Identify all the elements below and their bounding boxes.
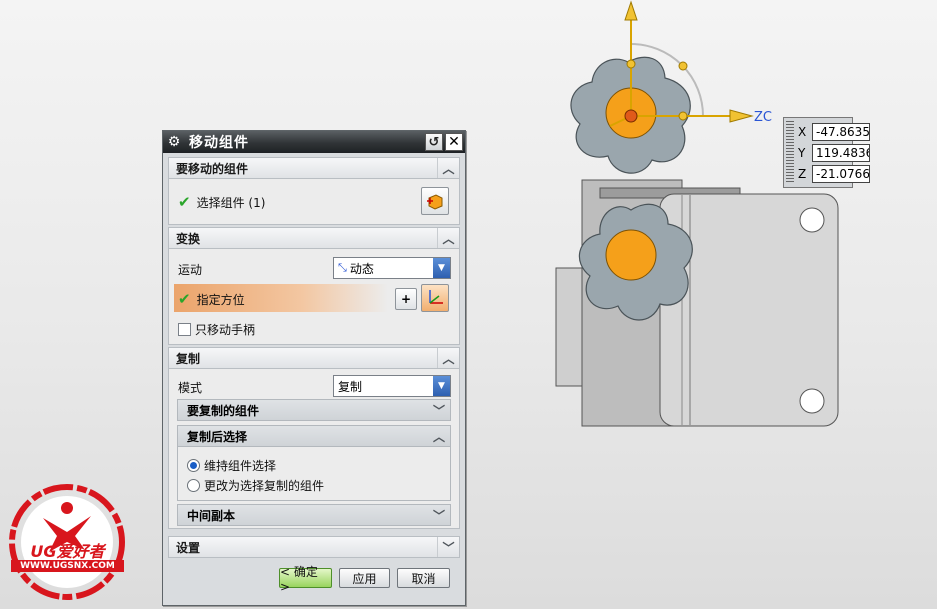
- point-dialog-button[interactable]: +: [395, 288, 417, 310]
- chevron-up-icon[interactable]: ︿: [428, 426, 450, 446]
- coord-y-field[interactable]: 119.4836: [812, 144, 870, 162]
- radio-keep-label: 维持组件选择: [204, 459, 277, 473]
- coord-x-field[interactable]: -47.8635: [812, 123, 870, 141]
- section-settings-title: 设置: [176, 540, 201, 555]
- subsection-after-copy[interactable]: 复制后选择 ︿: [177, 425, 451, 447]
- select-component-row[interactable]: ✔ 选择组件 (1): [178, 193, 265, 211]
- gear-icon[interactable]: ⚙: [163, 131, 185, 153]
- cancel-button[interactable]: 取消: [397, 568, 450, 588]
- radio-keep-row[interactable]: 维持组件选择: [187, 457, 276, 474]
- reset-icon[interactable]: ↺: [425, 133, 443, 151]
- radio-keep-selection[interactable]: [187, 459, 200, 472]
- chevron-down-icon[interactable]: ▼: [433, 258, 450, 278]
- specify-orientation-label-row[interactable]: ✔ 指定方位: [178, 290, 245, 308]
- logo-text: UG爱好者: [30, 542, 105, 561]
- section-transform-body: 运动 ⤡ 动态 ▼ ✔ 指定方位 + 只移动手柄: [168, 249, 460, 345]
- chevron-down-icon[interactable]: ﹀: [428, 400, 450, 420]
- coordinate-readout: X -47.8635 Y 119.4836 Z -21.0766: [783, 117, 870, 188]
- checkmark-icon: ✔: [178, 290, 191, 308]
- move-handles-only-row[interactable]: 只移动手柄: [178, 321, 255, 338]
- logo-url: WWW.UGSNX.COM: [11, 560, 124, 572]
- radio-change-selection[interactable]: [187, 479, 200, 492]
- section-copy-title: 复制: [176, 351, 201, 366]
- coord-y-row: Y 119.4836: [798, 144, 870, 162]
- axis-label-zc: ZC: [754, 110, 772, 125]
- section-transform-header[interactable]: 变换 ︿: [168, 227, 460, 249]
- coord-z-field[interactable]: -21.0766: [812, 165, 870, 183]
- section-components-body: ✔ 选择组件 (1): [168, 179, 460, 225]
- checkmark-icon: ✔: [178, 193, 191, 211]
- section-settings-header[interactable]: 设置 ﹀: [168, 536, 460, 558]
- close-icon[interactable]: ✕: [445, 133, 463, 151]
- section-copy-header[interactable]: 复制 ︿: [168, 347, 460, 369]
- coord-x-label: X: [798, 125, 807, 139]
- section-components-title: 要移动的组件: [176, 161, 249, 176]
- point-plus-icon: +: [400, 292, 412, 306]
- coord-x-row: X -47.8635: [798, 123, 870, 141]
- select-component-label: 选择组件 (1): [196, 195, 266, 210]
- graphics-viewport[interactable]: [0, 0, 937, 609]
- subsection-intermediate-copies[interactable]: 中间副本 ﹀: [177, 504, 451, 526]
- chevron-down-icon[interactable]: ▼: [433, 376, 450, 396]
- move-component-dialog: ⚙ 移动组件 ↺ ✕ 要移动的组件 ︿ ✔ 选择组件 (1) 变换 ︿ 运动 ⤡: [162, 130, 466, 606]
- coord-z-label: Z: [798, 167, 807, 181]
- motion-select[interactable]: ⤡ 动态 ▼: [333, 257, 451, 279]
- chevron-up-icon[interactable]: ︿: [437, 158, 459, 178]
- section-transform-title: 变换: [176, 231, 201, 246]
- coord-z-row: Z -21.0766: [798, 165, 870, 183]
- mode-label-row: 模式: [178, 379, 202, 396]
- specify-orientation-label: 指定方位: [196, 292, 245, 307]
- move-handles-only-label: 只移动手柄: [195, 323, 256, 337]
- components-to-copy-title: 要复制的组件: [187, 403, 260, 418]
- chevron-up-icon[interactable]: ︿: [437, 348, 459, 368]
- mode-select-value: 复制: [338, 379, 363, 394]
- motion-label: 运动: [178, 263, 203, 277]
- motion-select-value: 动态: [349, 261, 374, 276]
- csys-icon: [429, 290, 443, 304]
- ok-button[interactable]: < 确定 >: [279, 565, 332, 594]
- apply-button[interactable]: 应用: [339, 568, 390, 588]
- mode-select[interactable]: 复制 ▼: [333, 375, 451, 397]
- dynamic-axes-icon: ⤡: [338, 261, 347, 274]
- after-copy-title: 复制后选择: [187, 429, 248, 444]
- chevron-up-icon[interactable]: ︿: [437, 228, 459, 248]
- coord-y-label: Y: [798, 146, 806, 160]
- section-components-header[interactable]: 要移动的组件 ︿: [168, 157, 460, 179]
- dialog-titlebar[interactable]: ⚙ 移动组件 ↺ ✕: [163, 131, 465, 153]
- radio-change-label: 更改为选择复制的组件: [204, 479, 325, 493]
- subsection-components-to-copy[interactable]: 要复制的组件 ﹀: [177, 399, 451, 421]
- dialog-title: 移动组件: [189, 135, 249, 151]
- component-cube-icon: [427, 194, 443, 210]
- drag-grip[interactable]: [786, 121, 794, 184]
- mode-label: 模式: [178, 381, 203, 395]
- after-copy-body: 维持组件选择 更改为选择复制的组件: [177, 447, 451, 501]
- radio-change-row[interactable]: 更改为选择复制的组件: [187, 477, 324, 494]
- intermediate-title: 中间副本: [187, 508, 236, 523]
- ug-logo: UG爱好者 WWW.UGSNX.COM: [5, 480, 130, 605]
- chevron-down-icon[interactable]: ﹀: [437, 537, 459, 557]
- chevron-down-icon[interactable]: ﹀: [428, 505, 450, 525]
- motion-label-row: 运动: [178, 261, 202, 278]
- csys-dialog-button[interactable]: [421, 284, 449, 312]
- move-handles-only-checkbox[interactable]: [178, 323, 191, 336]
- select-component-button[interactable]: [421, 187, 449, 215]
